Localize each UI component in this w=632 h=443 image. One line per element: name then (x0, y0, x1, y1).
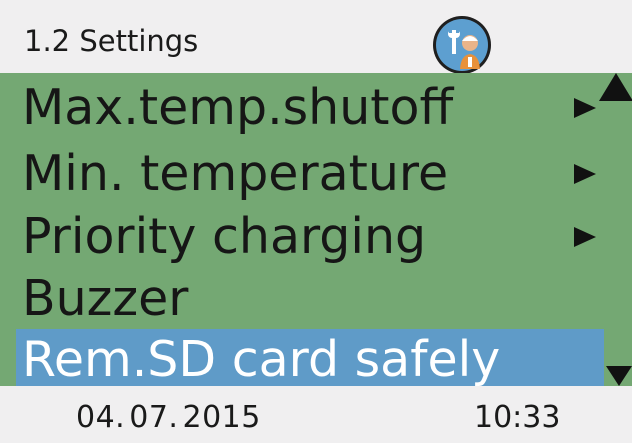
menu-item-label: Rem.SD card safely (22, 331, 501, 386)
submenu-arrow-icon (574, 98, 596, 118)
scroll-up-icon[interactable] (599, 73, 632, 101)
menu-item-label: Buzzer (22, 270, 189, 327)
menu-item-label: Min. temperature (22, 145, 449, 202)
menu-item-max-temp-shutoff[interactable]: Max.temp.shutoff (16, 77, 604, 139)
menu-item-label: Max.temp.shutoff (22, 79, 454, 136)
status-bar: 04. 07. 2015 10:33 (0, 386, 632, 443)
submenu-arrow-icon (574, 227, 596, 247)
service-technician-icon[interactable] (430, 13, 494, 77)
menu-item-min-temperature[interactable]: Min. temperature (16, 143, 604, 205)
menu-item-priority-charging[interactable]: Priority charging (16, 206, 604, 268)
header-bar: 1.2 Settings (0, 0, 632, 74)
menu-item-buzzer[interactable]: Buzzer (16, 268, 604, 330)
menu-item-label: Priority charging (22, 208, 427, 265)
controller-display: 1.2 Settings Max.temp.shutoff Min. tempe… (0, 0, 632, 443)
page-title: 1.2 Settings (24, 24, 199, 58)
date-display: 04. 07. 2015 (76, 400, 261, 435)
scroll-down-icon[interactable] (606, 366, 632, 386)
time-display: 10:33 (474, 400, 561, 435)
settings-menu: Max.temp.shutoff Min. temperature Priori… (0, 73, 632, 386)
menu-item-remove-sd-card[interactable]: Rem.SD card safely (16, 329, 604, 386)
submenu-arrow-icon (574, 164, 596, 184)
